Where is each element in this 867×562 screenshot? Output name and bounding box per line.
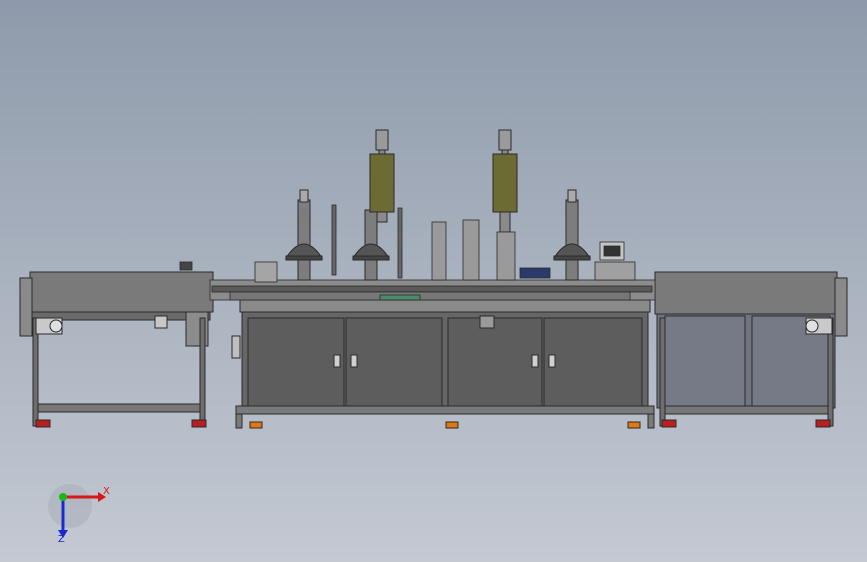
transformer-towers [369, 129, 518, 233]
right-conveyor [654, 271, 848, 428]
left-conveyor [19, 271, 214, 428]
x-axis-label: X [103, 486, 110, 497]
press-stations [331, 204, 516, 281]
z-axis-label: Z [58, 534, 65, 545]
y-axis-dot [59, 493, 67, 501]
coordinate-triad: X Z [48, 484, 110, 545]
center-cabinet [231, 299, 655, 429]
cad-viewport[interactable]: X Z [0, 0, 867, 562]
